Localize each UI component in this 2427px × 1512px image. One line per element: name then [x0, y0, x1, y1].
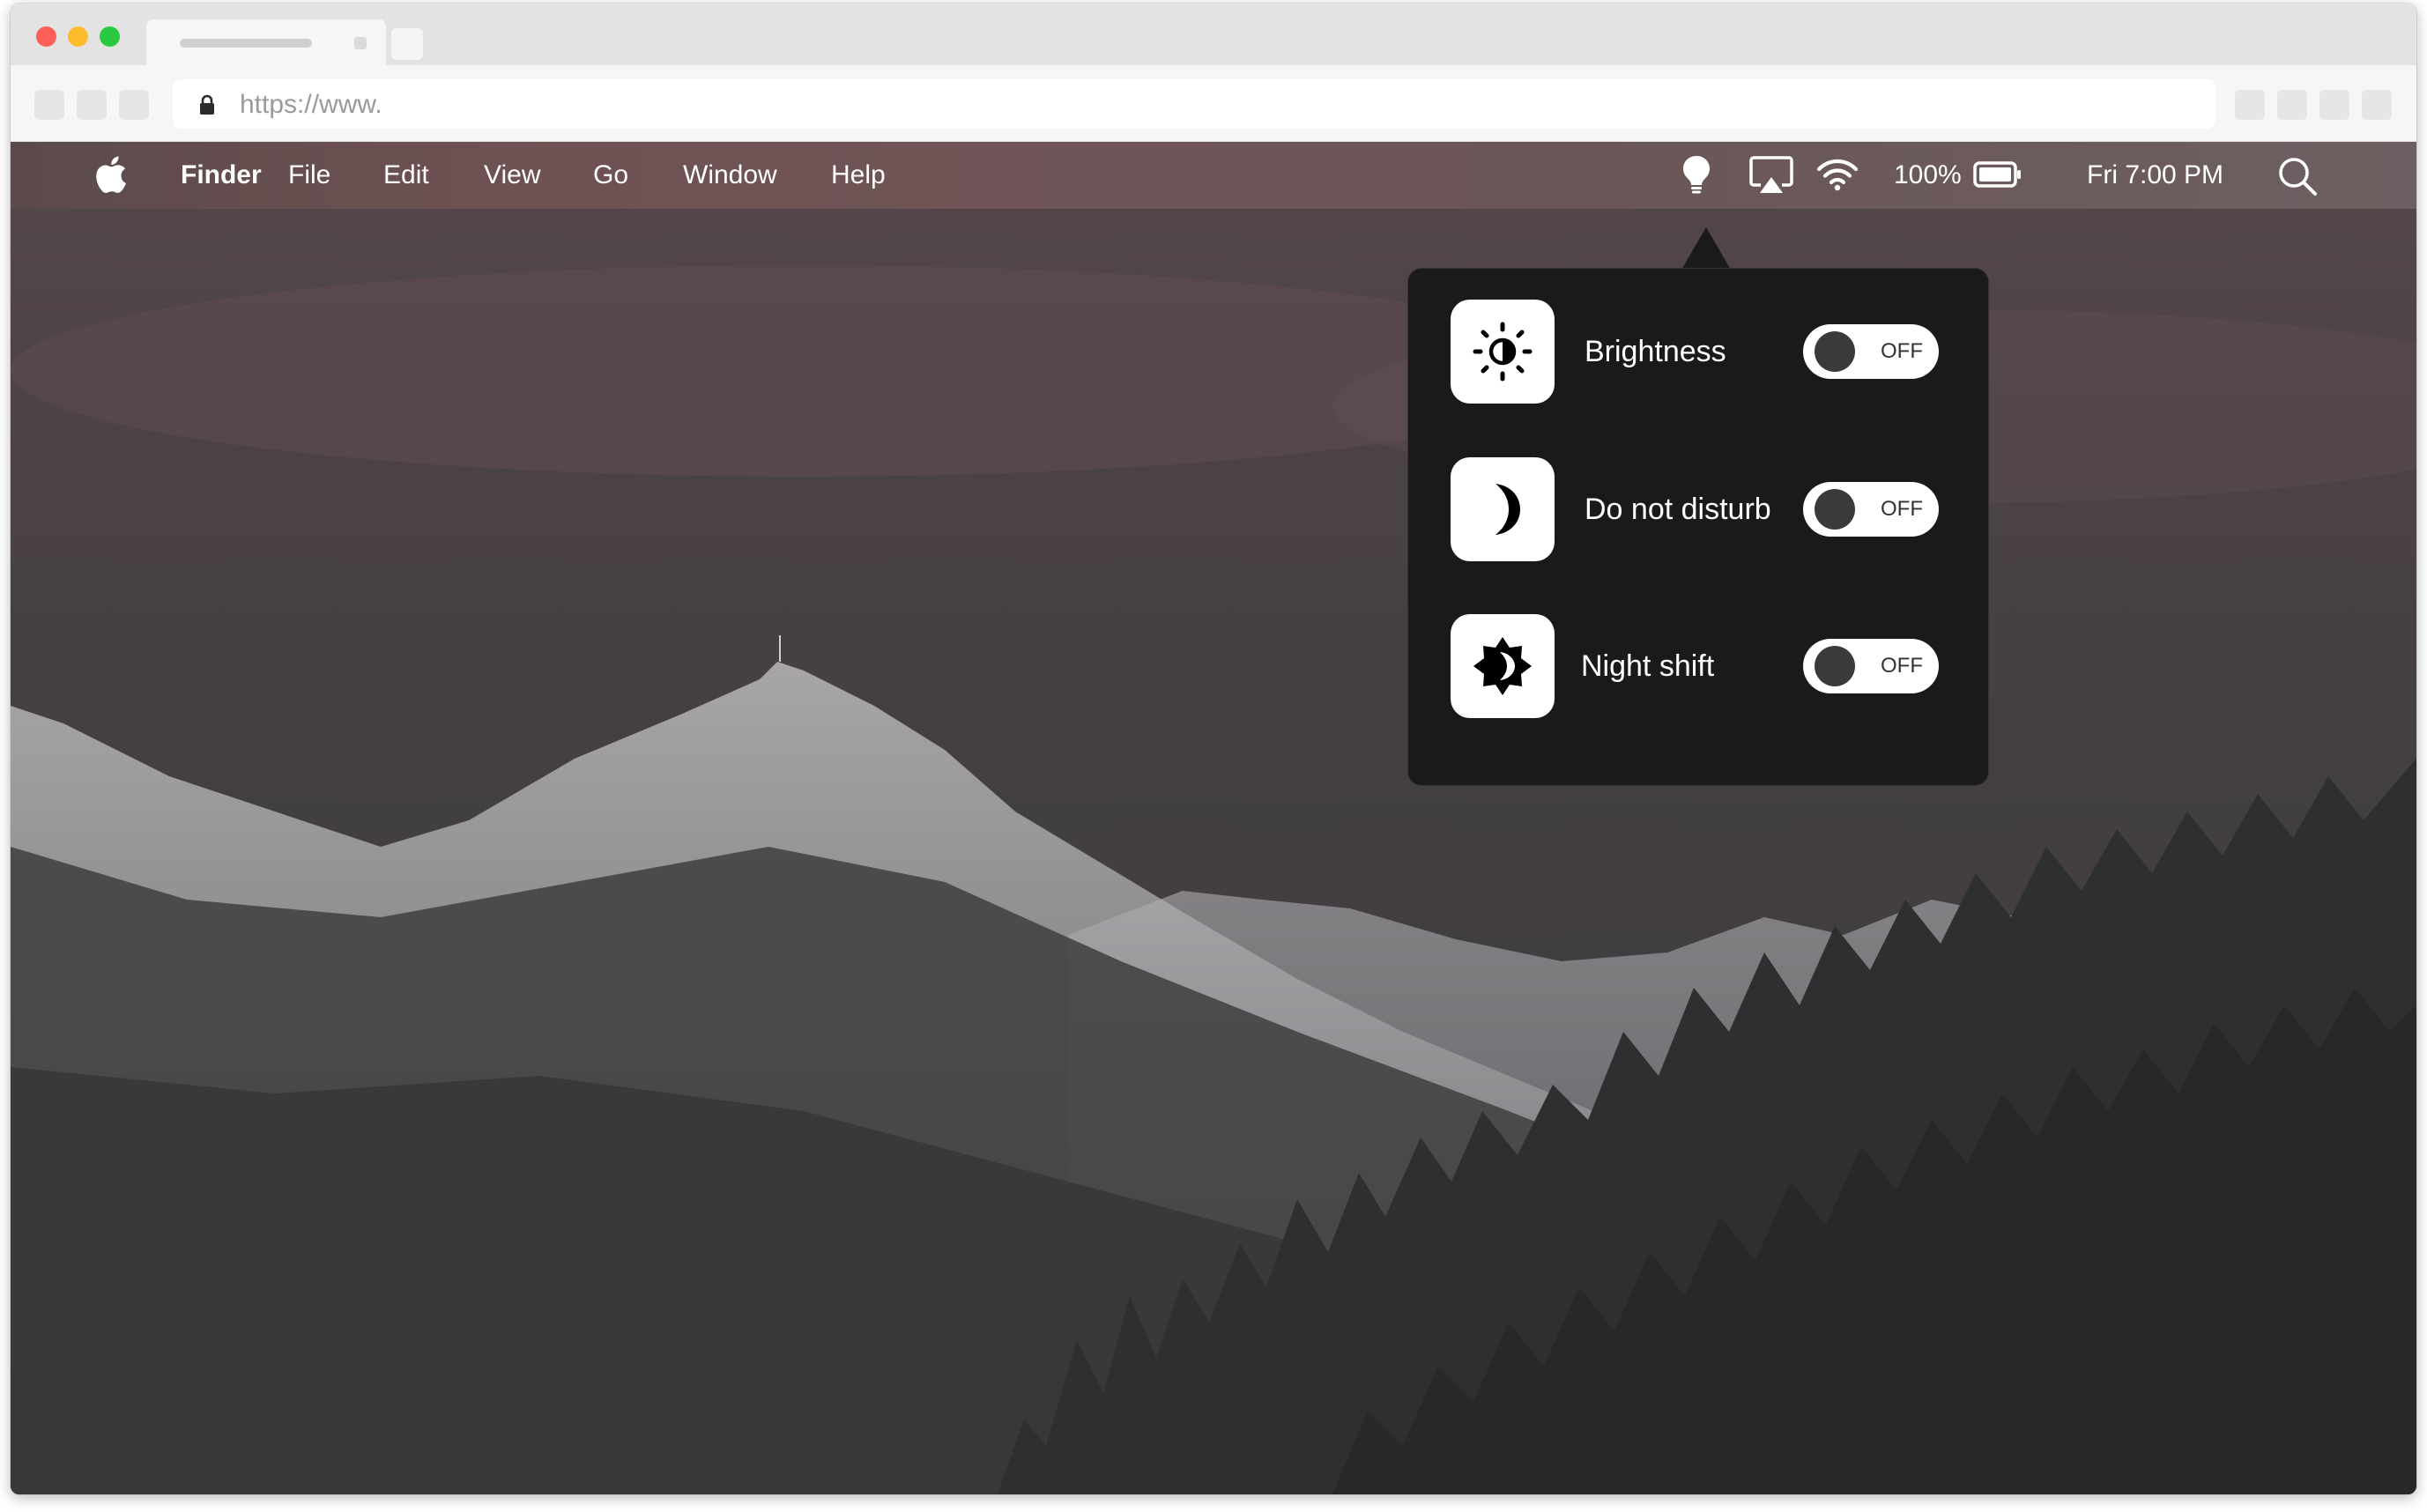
back-button[interactable] — [34, 90, 64, 120]
toggle-state: OFF — [1881, 654, 1923, 678]
url-text: https://www. — [240, 90, 382, 119]
popover-arrow — [1681, 227, 1731, 270]
brightness-toggle[interactable]: OFF — [1803, 324, 1939, 379]
browser-tab[interactable] — [146, 19, 386, 65]
toggle-knob — [1815, 646, 1855, 686]
tab-title-placeholder — [180, 39, 312, 48]
address-bar[interactable]: https://www. — [173, 79, 2215, 129]
browser-window: https://www. Finder File Edit View Go Wi… — [11, 4, 2416, 1494]
airplay-icon[interactable] — [1749, 156, 1793, 195]
forward-button[interactable] — [77, 90, 107, 120]
close-window-button[interactable] — [36, 26, 56, 47]
brightness-tile[interactable] — [1451, 300, 1555, 404]
toggle-knob — [1815, 489, 1855, 530]
mac-menubar: Finder File Edit View Go Window Help 100… — [11, 142, 2416, 209]
setting-row-brightness: Brightness OFF — [1408, 300, 1988, 405]
minimize-window-button[interactable] — [68, 26, 88, 47]
search-icon[interactable] — [2277, 156, 2318, 196]
new-tab-button[interactable] — [391, 28, 423, 60]
night-shift-label: Night shift — [1581, 649, 1715, 683]
desktop: Finder File Edit View Go Window Help 100… — [11, 142, 2416, 1494]
moon-icon — [1496, 484, 1520, 535]
toggle-state: OFF — [1881, 339, 1923, 363]
battery-percentage: 100% — [1894, 160, 1962, 189]
toggle-state: OFF — [1881, 497, 1923, 521]
battery-icon[interactable] — [1973, 161, 2022, 188]
menu-app-name[interactable]: Finder — [181, 159, 262, 191]
mountain-wallpaper — [11, 142, 2416, 1494]
menu-go[interactable]: Go — [593, 159, 628, 191]
do-not-disturb-tile[interactable] — [1451, 457, 1555, 561]
apple-logo-icon[interactable] — [95, 156, 127, 193]
lightbulb-icon[interactable] — [1681, 154, 1712, 195]
brightness-label: Brightness — [1585, 335, 1726, 368]
toggle-knob — [1815, 331, 1855, 372]
zoom-window-button[interactable] — [100, 26, 120, 47]
menu-file[interactable]: File — [288, 159, 330, 191]
toolbar-button-3[interactable] — [2319, 90, 2349, 120]
wifi-icon[interactable] — [1816, 158, 1859, 191]
browser-toolbar: https://www. — [11, 65, 2416, 142]
setting-row-do-not-disturb: Do not disturb OFF — [1408, 457, 1988, 563]
tab-bar — [11, 4, 2416, 65]
menu-help[interactable]: Help — [831, 159, 886, 191]
setting-row-night-shift: Night shift OFF — [1408, 614, 1988, 720]
night-shift-tile[interactable] — [1451, 614, 1555, 718]
do-not-disturb-toggle[interactable]: OFF — [1803, 482, 1939, 537]
menubar-clock[interactable]: Fri 7:00 PM — [2087, 159, 2223, 191]
menu-view[interactable]: View — [484, 159, 540, 191]
night-shift-toggle[interactable]: OFF — [1803, 639, 1939, 693]
menu-edit[interactable]: Edit — [383, 159, 429, 191]
lock-icon — [200, 94, 214, 115]
quick-settings-popover: Brightness OFF Do not disturb OFF Night … — [1407, 268, 1989, 786]
night-shift-icon — [1473, 637, 1532, 695]
tab-close-icon[interactable] — [354, 37, 367, 49]
toolbar-button-4[interactable] — [2362, 90, 2392, 120]
toolbar-button-2[interactable] — [2277, 90, 2307, 120]
brightness-icon — [1473, 322, 1533, 382]
toolbar-button-1[interactable] — [2235, 90, 2265, 120]
do-not-disturb-label: Do not disturb — [1585, 493, 1771, 526]
menu-window[interactable]: Window — [683, 159, 777, 191]
reload-button[interactable] — [119, 90, 149, 120]
